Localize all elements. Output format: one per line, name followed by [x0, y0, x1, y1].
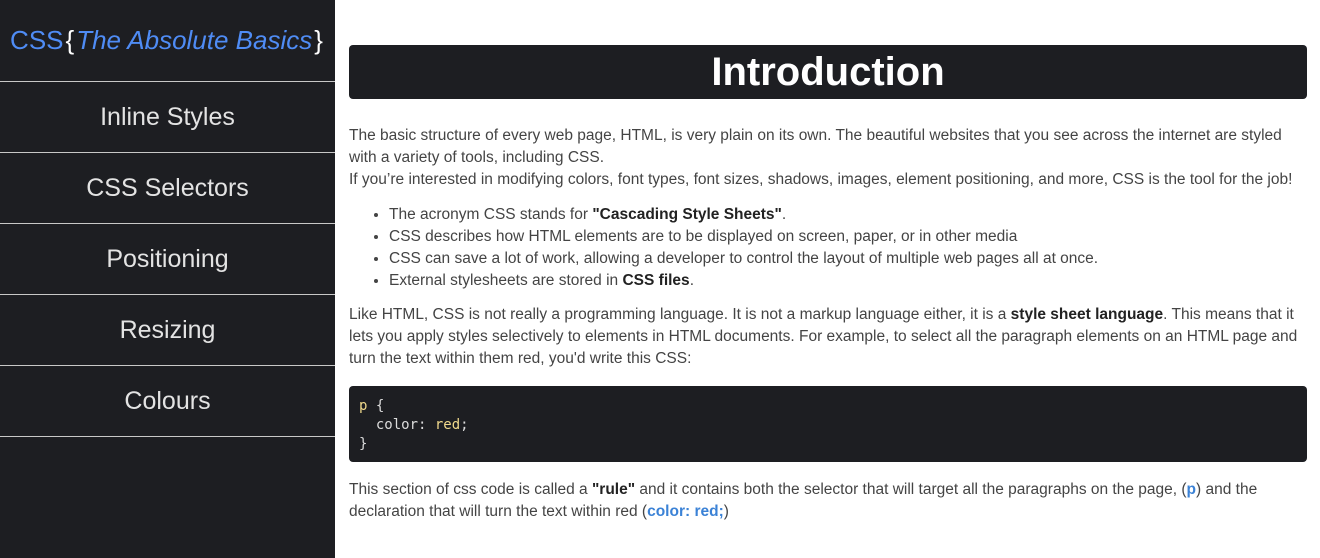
intro-paragraph-1: The basic structure of every web page, H… [349, 127, 1282, 166]
list-item: External stylesheets are stored in CSS f… [389, 270, 1307, 292]
list-item-text: The acronym CSS stands for [389, 206, 593, 223]
code-close-brace: } [359, 436, 368, 452]
paragraph-text: ) [723, 503, 729, 520]
explanation-paragraph: Like HTML, CSS is not really a programmi… [349, 304, 1307, 370]
brand-title[interactable]: CSS { The Absolute Basics } [0, 0, 335, 82]
code-property: color [375, 417, 419, 433]
intro-paragraph-2: If you’re interested in modifying colors… [349, 171, 1293, 188]
code-value: red [434, 417, 461, 433]
nav-item-inline-styles[interactable]: Inline Styles [0, 82, 335, 153]
paragraph-text: and it contains both the selector that w… [635, 481, 1187, 498]
main-content: Introduction The basic structure of ever… [349, 0, 1307, 523]
paragraph-bold: "rule" [591, 481, 636, 498]
list-item-text: . [689, 272, 694, 289]
nav-item-resizing[interactable]: Resizing [0, 295, 335, 366]
list-item: CSS can save a lot of work, allowing a d… [389, 248, 1307, 270]
paragraph-text: This section of css code is called a [349, 481, 592, 498]
nav-item-colours[interactable]: Colours [0, 366, 335, 437]
code-open-brace: { [367, 398, 385, 414]
list-item: CSS describes how HTML elements are to b… [389, 226, 1307, 248]
facts-list: The acronym CSS stands for "Cascading St… [349, 204, 1307, 292]
brand-css: CSS [10, 25, 64, 55]
list-item-text: External stylesheets are stored in [389, 272, 623, 289]
list-item-text: . [781, 206, 787, 223]
code-semicolon: ; [460, 417, 469, 433]
brand-open-brace: { [65, 25, 75, 55]
nav-item-css-selectors[interactable]: CSS Selectors [0, 153, 335, 224]
sidebar: CSS { The Absolute Basics } Inline Style… [0, 0, 335, 558]
inline-code-selector: p [1186, 481, 1197, 498]
paragraph-text: Like HTML, CSS is not really a programmi… [349, 306, 1011, 323]
list-item-bold: "Cascading Style Sheets" [592, 206, 782, 223]
code-colon: : [418, 417, 435, 433]
rule-paragraph: This section of css code is called a "ru… [349, 479, 1307, 523]
list-item: The acronym CSS stands for "Cascading St… [389, 204, 1307, 226]
brand-subtitle: The Absolute Basics [76, 25, 313, 55]
code-block: p { color: red; } [349, 386, 1307, 462]
list-item-bold: CSS files [622, 272, 690, 289]
nav-item-positioning[interactable]: Positioning [0, 224, 335, 295]
paragraph-bold: style sheet language [1010, 306, 1164, 323]
brand-close-brace: } [314, 25, 323, 55]
page-title: Introduction [349, 45, 1307, 99]
inline-code-declaration: color: red; [647, 503, 724, 520]
